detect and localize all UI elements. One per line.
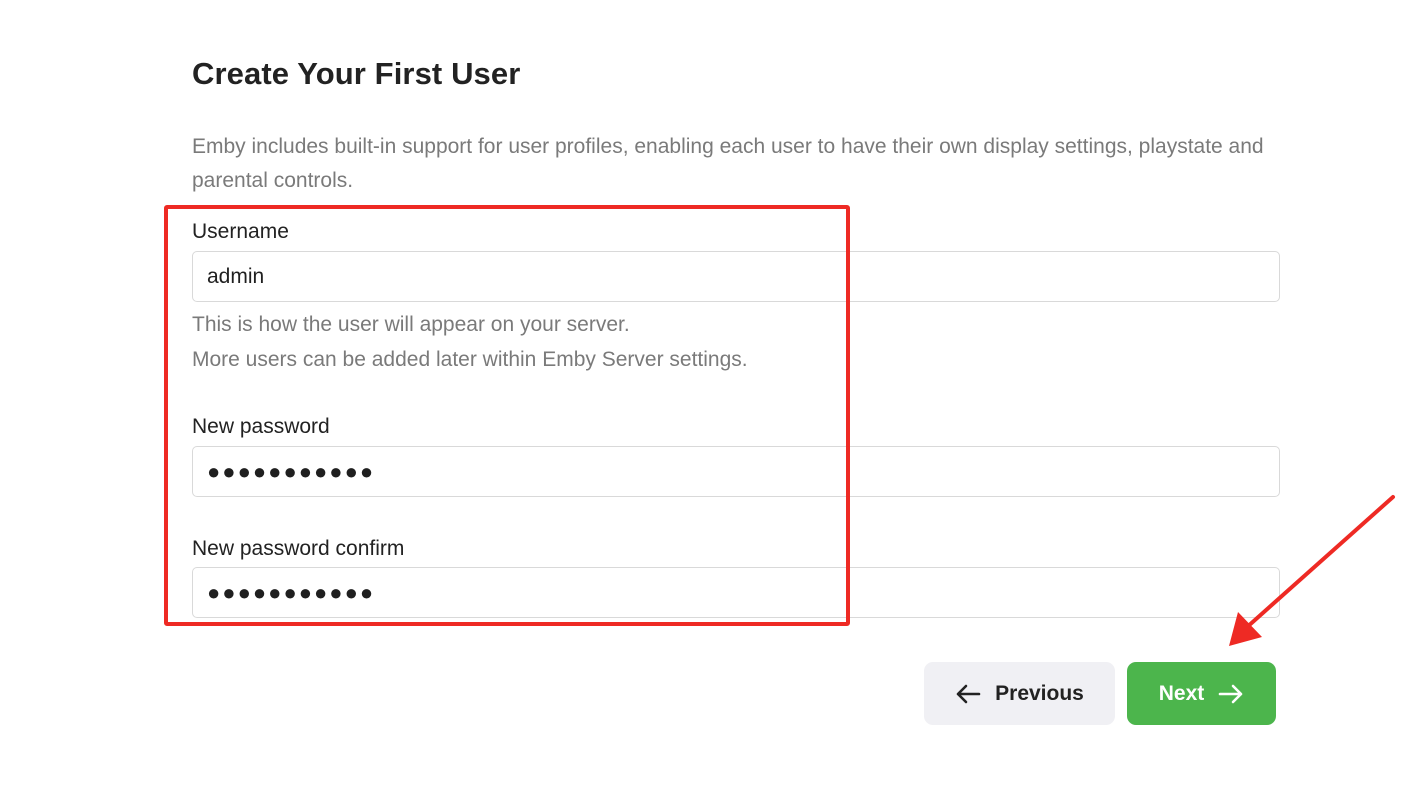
- setup-wizard-page: Create Your First User Emby includes bui…: [0, 0, 1413, 793]
- next-button[interactable]: Next: [1127, 662, 1276, 725]
- page-description: Emby includes built-in support for user …: [192, 135, 1264, 192]
- arrow-left-icon: [955, 683, 981, 705]
- confirm-password-label: New password confirm: [192, 537, 405, 560]
- page-title: Create Your First User: [192, 56, 521, 91]
- new-password-label: New password: [192, 415, 330, 438]
- username-input[interactable]: [192, 251, 1280, 302]
- new-password-input[interactable]: [192, 446, 1280, 497]
- arrow-right-icon: [1218, 683, 1244, 705]
- username-help-line2: More users can be added later within Emb…: [192, 348, 748, 371]
- previous-button-label: Previous: [995, 681, 1084, 705]
- confirm-password-input[interactable]: [192, 567, 1280, 618]
- username-help-line1: This is how the user will appear on your…: [192, 313, 630, 336]
- previous-button[interactable]: Previous: [924, 662, 1115, 725]
- username-label: Username: [192, 220, 289, 243]
- next-button-label: Next: [1158, 681, 1205, 705]
